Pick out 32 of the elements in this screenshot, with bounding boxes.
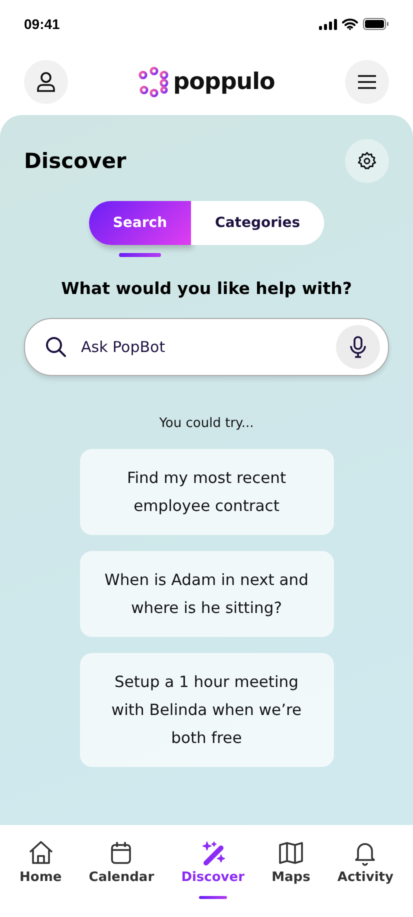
home-icon — [26, 839, 55, 867]
person-icon — [36, 70, 56, 92]
logo-wordmark: poppulo — [173, 68, 275, 94]
suggestion-card[interactable]: Setup a 1 hour meeting with Belinda when we’re both free — [80, 653, 334, 767]
nav-item[interactable]: Maps — [270, 839, 312, 889]
settings-icon — [357, 151, 377, 171]
suggestions-label: You could try... — [159, 416, 254, 431]
wifi-icon — [342, 18, 358, 30]
search-input[interactable]: Ask PopBot — [79, 337, 324, 357]
search-icon — [45, 336, 67, 358]
nav-item[interactable]: Calendar — [86, 839, 156, 889]
suggestion-card[interactable]: Find my most recent employee contract — [80, 449, 334, 535]
signal-icon — [319, 18, 337, 30]
status-time: 09:41 — [24, 16, 60, 32]
menu-icon — [358, 74, 376, 88]
suggestion-card[interactable]: When is Adam in next and where is he sitting? — [80, 551, 334, 637]
battery-icon — [363, 18, 389, 30]
microphone-icon — [350, 336, 366, 358]
nav-indicator — [198, 896, 227, 899]
settings-button[interactable] — [345, 139, 389, 183]
tab-indicator — [118, 253, 161, 257]
logo-icon — [138, 66, 170, 98]
microphone-button[interactable] — [336, 325, 380, 369]
map-icon — [276, 839, 305, 867]
nav-item[interactable]: Activity — [335, 839, 396, 889]
profile-button[interactable] — [24, 60, 68, 104]
nav-item[interactable]: Home — [18, 839, 64, 889]
nav-item[interactable]: Discover — [179, 839, 247, 889]
menu-button[interactable] — [344, 60, 389, 104]
tab[interactable]: Search — [88, 201, 192, 245]
prompt-heading: What would you like help with? — [61, 279, 352, 298]
page-title: Discover — [24, 149, 126, 173]
